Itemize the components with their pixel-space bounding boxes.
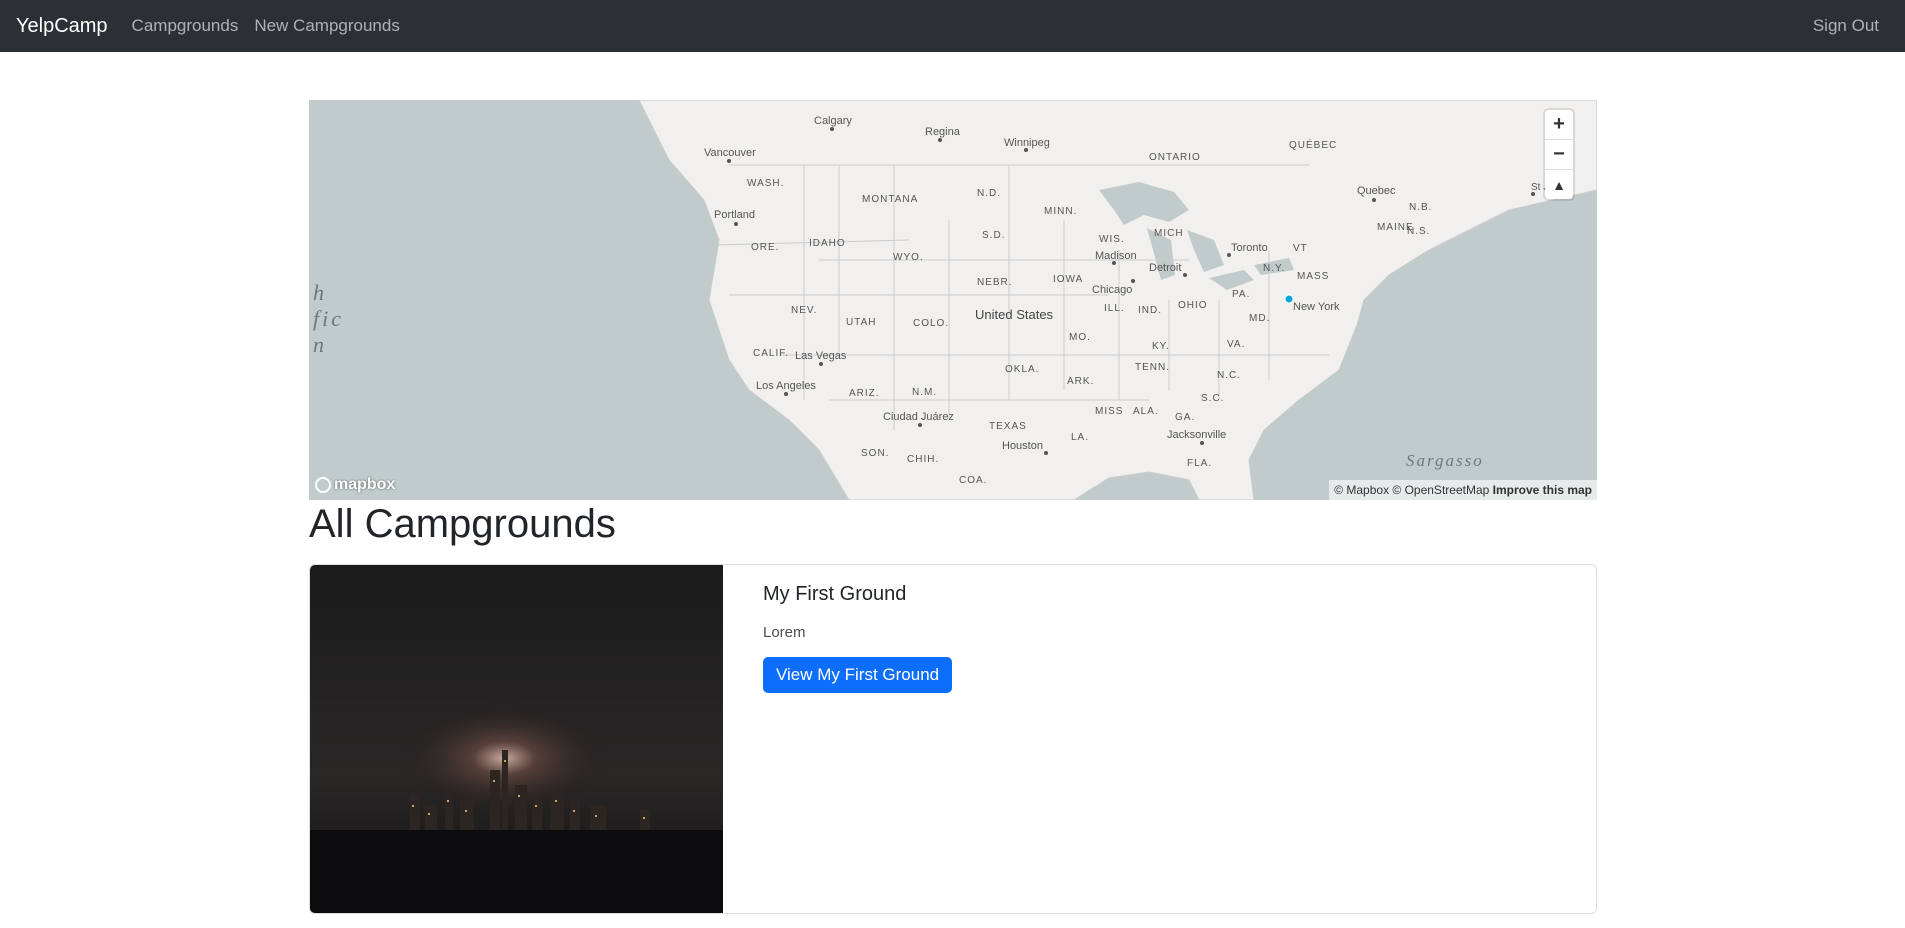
map-label-ala: ALA. <box>1133 406 1159 417</box>
campground-card: My First Ground Lorem View My First Grou… <box>309 564 1597 914</box>
map-label-ontario: ONTARIO <box>1149 152 1201 163</box>
map-label-sargasso: Sargasso <box>1406 451 1484 470</box>
campground-title: My First Ground <box>763 583 907 605</box>
map-label-iowa: IOWA <box>1053 274 1083 285</box>
map-label-ciudad-juarez: Ciudad Juárez <box>883 411 954 423</box>
map-label-houston: Houston <box>1002 440 1043 452</box>
map-label-los-angeles: Los Angeles <box>756 380 816 392</box>
campground-description: Lorem <box>763 624 806 641</box>
sign-out-link[interactable]: Sign Out <box>1813 16 1879 36</box>
map-label-ohio: OHIO <box>1178 300 1208 311</box>
map-label-united-states: United States <box>975 307 1054 322</box>
map-label-la: LA. <box>1071 432 1089 443</box>
map-label-jacksonville: Jacksonville <box>1167 429 1226 441</box>
map-controls: + − ▲ <box>1545 110 1573 199</box>
map-label-portland: Portland <box>714 209 755 221</box>
map-label-regina: Regina <box>925 126 961 138</box>
card-body: My First Ground Lorem View My First Grou… <box>763 583 953 693</box>
brand-link[interactable]: YelpCamp <box>16 15 108 38</box>
map-label-vancouver: Vancouver <box>704 147 756 159</box>
map-label-quebec-province: QUÉBEC <box>1289 138 1337 151</box>
map-label-ns: N.S. <box>1407 226 1430 237</box>
map-label-md: MD. <box>1249 313 1270 324</box>
map-label-ill: ILL. <box>1104 303 1125 314</box>
map-label-nd: N.D. <box>977 188 1001 199</box>
map-canvas[interactable]: h fic n Sargasso Calgary Regina Winnipeg… <box>309 100 1597 500</box>
map-label-pacific-1: h <box>313 280 327 305</box>
map-label-madison: Madison <box>1095 250 1137 262</box>
map-land <box>638 100 1597 500</box>
map-label-mass: MASS <box>1297 271 1329 282</box>
map-label-calif: CALIF. <box>753 348 789 359</box>
map-label-montana: MONTANA <box>862 194 918 205</box>
campground-image <box>310 565 723 913</box>
map-label-toronto: Toronto <box>1231 242 1268 254</box>
map-label-chih: CHIH. <box>907 454 939 465</box>
map-label-ky: KY. <box>1152 341 1170 352</box>
nav-link-new-campgrounds[interactable]: New Campgrounds <box>254 16 400 36</box>
map-label-son: SON. <box>861 448 889 459</box>
map-label-ore: ORE. <box>751 242 779 253</box>
nav-link-campgrounds[interactable]: Campgrounds <box>132 16 239 36</box>
map-label-detroit: Detroit <box>1149 262 1181 274</box>
map-label-mich: MICH <box>1154 228 1184 239</box>
map-label-ny: N.Y. <box>1263 263 1285 274</box>
map-attribution: © Mapbox © OpenStreetMap Improve this ma… <box>1329 480 1597 500</box>
map-label-quebec: Quebec <box>1357 185 1396 197</box>
map-label-sc: S.C. <box>1201 393 1224 404</box>
compass-icon[interactable]: ▲ <box>1545 170 1573 199</box>
map-label-miss: MISS <box>1095 406 1123 417</box>
map-label-mo: MO. <box>1069 332 1091 343</box>
map-label-new-york: New York <box>1293 301 1340 313</box>
map-label-calgary: Calgary <box>814 115 852 127</box>
mapbox-logo[interactable]: mapbox <box>315 476 395 494</box>
map-label-nc: N.C. <box>1217 370 1241 381</box>
map-label-nebr: NEBR. <box>977 277 1013 288</box>
improve-map-link[interactable]: Improve this map <box>1493 483 1592 497</box>
map-label-va: VA. <box>1227 339 1245 350</box>
map-label-okla: OKLA. <box>1005 364 1039 375</box>
zoom-in-button[interactable]: + <box>1545 110 1573 140</box>
map-label-chicago: Chicago <box>1092 284 1132 296</box>
navbar: YelpCamp Campgrounds New Campgrounds Sig… <box>0 0 1905 52</box>
map-label-nm: N.M. <box>912 387 937 398</box>
map-label-colo: COLO. <box>913 318 949 329</box>
map-label-winnipeg: Winnipeg <box>1004 137 1050 149</box>
view-campground-button[interactable]: View My First Ground <box>763 657 953 693</box>
map-label-wash: WASH. <box>747 178 784 189</box>
zoom-out-button[interactable]: − <box>1545 140 1573 170</box>
map-label-minn: MINN. <box>1044 206 1077 217</box>
mapbox-icon <box>315 477 331 493</box>
map-label-ariz: ARIZ. <box>849 388 880 399</box>
map-label-las-vegas: Las Vegas <box>795 350 847 362</box>
map-label-pacific-2: fic <box>313 306 344 331</box>
map-label-sd: S.D. <box>982 230 1005 241</box>
mapbox-logo-text: mapbox <box>334 476 396 493</box>
map-label-ga: GA. <box>1175 412 1195 423</box>
map-label-wyo: WYO. <box>893 252 924 263</box>
map-label-nev: NEV. <box>791 305 817 316</box>
attribution-text[interactable]: © Mapbox © OpenStreetMap <box>1334 483 1489 497</box>
map-label-tenn: TENN. <box>1135 362 1170 373</box>
map-label-fla: FLA. <box>1187 458 1212 469</box>
map-label-pa: PA. <box>1232 289 1250 300</box>
map-label-utah: UTAH <box>846 317 876 328</box>
campground-marker[interactable] <box>1284 294 1294 304</box>
cluster-map[interactable]: h fic n Sargasso Calgary Regina Winnipeg… <box>309 100 1597 500</box>
map-label-wis: WIS. <box>1099 234 1125 245</box>
page-title: All Campgrounds <box>309 502 616 546</box>
map-label-vt: VT <box>1293 243 1308 254</box>
map-label-coa: COA. <box>959 475 987 486</box>
map-label-nb: N.B. <box>1409 202 1432 213</box>
map-label-pacific-3: n <box>313 332 327 357</box>
map-label-idaho: IDAHO <box>809 238 846 249</box>
map-label-ark: ARK. <box>1067 376 1094 387</box>
map-label-texas: TEXAS <box>989 421 1027 432</box>
map-label-ind: IND. <box>1138 305 1162 316</box>
